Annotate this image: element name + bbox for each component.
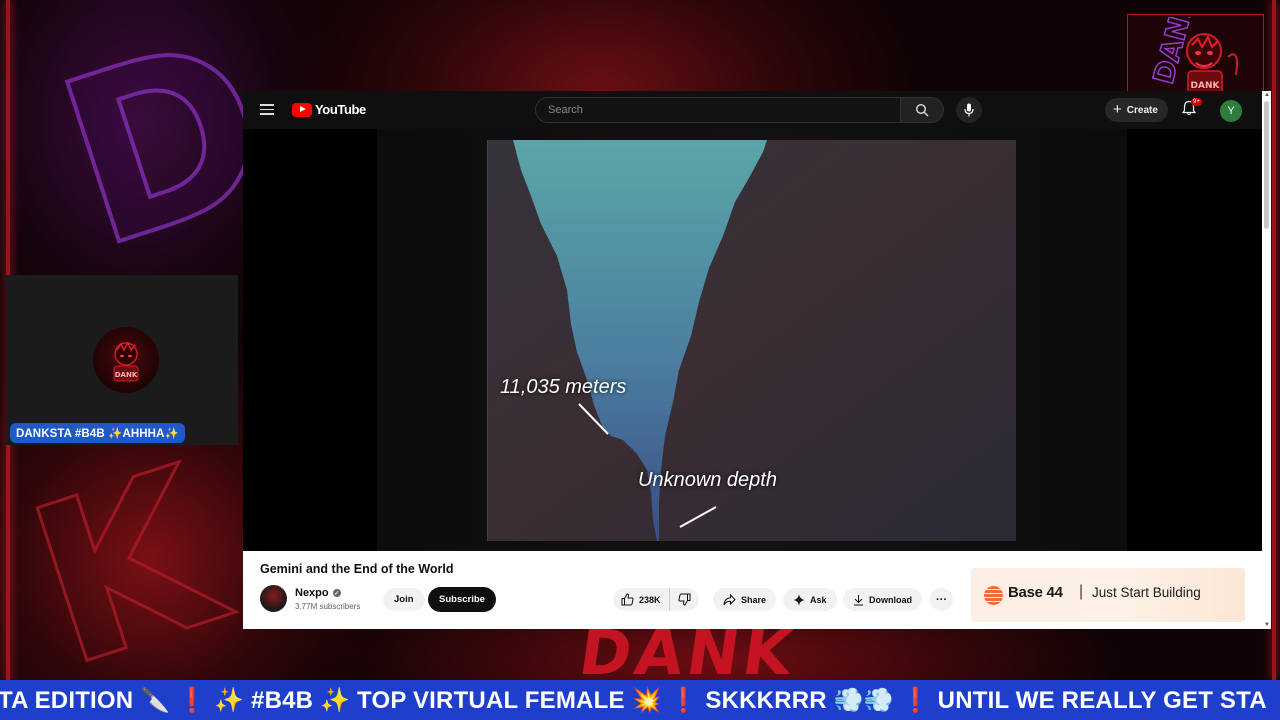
video-title: Gemini and the End of the World <box>260 562 454 576</box>
subscribe-button[interactable]: Subscribe <box>428 587 496 612</box>
notifications-button[interactable]: 9+ <box>1181 98 1202 120</box>
share-label: Share <box>741 594 767 605</box>
search-icon <box>915 103 929 117</box>
share-button[interactable]: Share <box>713 588 777 611</box>
base44-logo-icon <box>984 586 1003 605</box>
dank-mascot-icon: DANK <box>113 341 139 382</box>
scrollbar-thumb[interactable] <box>1264 101 1269 229</box>
more-actions-button[interactable]: ··· <box>930 588 953 611</box>
news-ticker: TA EDITION 🔪 ❗ ✨ #B4B ✨ TOP VIRTUAL FEMA… <box>0 680 1280 720</box>
search-input[interactable] <box>535 97 900 123</box>
unknown-depth-label: Unknown depth <box>638 469 777 491</box>
like-dislike-group: 238K <box>613 588 699 611</box>
youtube-play-icon <box>292 102 312 117</box>
create-button[interactable]: + Create <box>1105 98 1168 122</box>
create-button-label: Create <box>1126 104 1158 116</box>
search-button[interactable] <box>900 97 944 123</box>
channel-name[interactable]: Nexpo ✓ <box>295 587 341 599</box>
scroll-down-icon[interactable]: ▼ <box>1264 622 1270 628</box>
subscriber-count: 3.77M subscribers <box>295 602 361 611</box>
svg-text:DANK: DANK <box>1190 81 1220 91</box>
microphone-icon <box>964 103 974 117</box>
thumbs-down-icon <box>677 593 691 606</box>
dank-mascot-icon: DANK DANK <box>1145 17 1238 96</box>
menu-icon[interactable] <box>260 104 274 115</box>
streamer-avatar: DANK <box>93 327 159 393</box>
youtube-window: YouTube + Create <box>243 91 1271 629</box>
ad-banner[interactable]: Base 44 | Just Start Building <box>971 568 1245 622</box>
share-icon <box>723 593 736 605</box>
account-avatar[interactable]: Y <box>1220 100 1242 122</box>
verified-icon: ✓ <box>332 589 341 597</box>
thumbs-up-icon <box>621 593 634 606</box>
page-scrollbar[interactable]: ▲ ▼ <box>1262 91 1271 629</box>
ad-brand: Base 44 <box>1008 584 1063 601</box>
download-icon <box>854 594 863 605</box>
video-content: 11,035 meters Unknown depth <box>487 140 1016 541</box>
ask-label: Ask <box>810 594 827 605</box>
dislike-button[interactable] <box>670 588 699 611</box>
join-button[interactable]: Join <box>383 588 425 611</box>
depth-label: 11,035 meters <box>500 376 627 398</box>
video-player[interactable]: 11,035 meters Unknown depth <box>243 129 1262 551</box>
ticker-text: TA EDITION 🔪 ❗ ✨ #B4B ✨ TOP VIRTUAL FEMA… <box>0 687 1267 714</box>
scroll-up-icon[interactable]: ▲ <box>1264 92 1270 98</box>
youtube-logo[interactable]: YouTube <box>292 102 366 117</box>
sparkle-icon <box>793 594 805 605</box>
webcam-panel: DANK <box>6 275 238 445</box>
notification-badge: 9+ <box>1191 98 1202 106</box>
channel-avatar[interactable] <box>260 585 287 612</box>
channel-name-text: Nexpo <box>295 587 329 599</box>
ad-separator: | <box>1079 583 1084 600</box>
ask-button[interactable]: Ask <box>783 588 837 611</box>
ad-tagline: Just Start Building <box>1092 585 1201 600</box>
youtube-logo-text: YouTube <box>315 102 366 117</box>
like-count: 238K <box>639 594 661 605</box>
right-edge-glow <box>1272 0 1276 680</box>
webcam-name-tag: DANKSTA #B4B ✨AHHHA✨ <box>10 423 185 443</box>
video-info: Gemini and the End of the World Nexpo ✓ … <box>243 551 1262 629</box>
download-button[interactable]: Download <box>843 588 922 611</box>
plus-icon: + <box>1113 101 1122 118</box>
like-button[interactable]: 238K <box>613 588 670 611</box>
svg-text:DANK: DANK <box>115 371 138 379</box>
search-bar <box>535 97 944 123</box>
youtube-header: YouTube + Create <box>243 91 1263 129</box>
voice-search-button[interactable] <box>956 97 982 123</box>
download-label: Download <box>869 594 912 605</box>
